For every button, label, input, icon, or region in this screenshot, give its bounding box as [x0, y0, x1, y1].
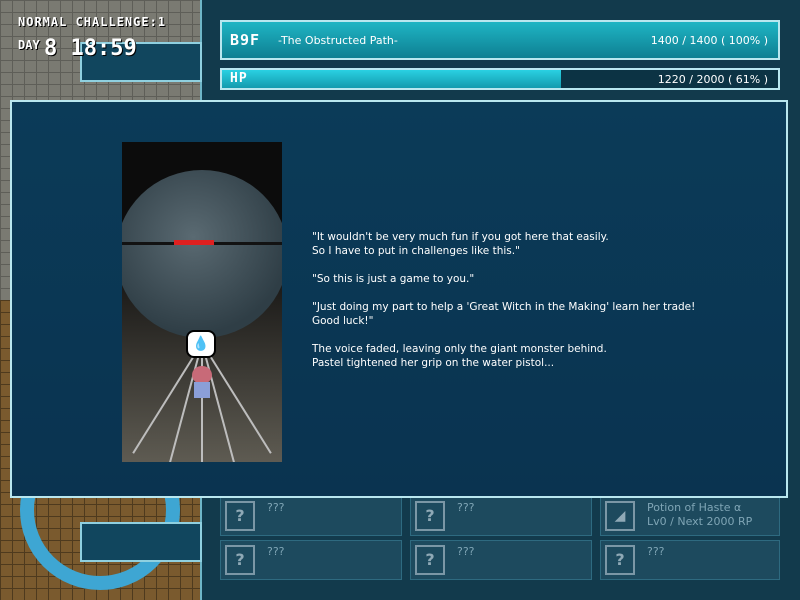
player-character: [190, 366, 214, 402]
slot-label: ???: [267, 501, 285, 514]
orb-eye: [174, 240, 214, 245]
dialog-line: "It wouldn't be very much fun if you got…: [312, 231, 609, 243]
event-dialog[interactable]: 💧 "It wouldn't be very much fun if you g…: [10, 100, 788, 498]
hp-bar: HP 1220 / 2000 ( 61% ): [220, 68, 780, 90]
slot-label: Potion of Haste α: [647, 501, 742, 514]
inventory-slot[interactable]: ? ???: [220, 540, 402, 580]
floor-progress-value: 1400 / 1400 ( 100% ): [650, 34, 768, 47]
inventory-slot[interactable]: ? ???: [410, 540, 592, 580]
dialog-line: "So this is just a game to you.": [312, 273, 475, 285]
inventory-slot[interactable]: ? ???: [220, 496, 402, 536]
event-illustration: 💧: [122, 142, 282, 462]
dialog-paragraph: The voice faded, leaving only the giant …: [312, 342, 752, 370]
floor-progress-bar: B9F -The Obstructed Path- 1400 / 1400 ( …: [220, 20, 780, 60]
floor-number: B9F: [230, 31, 261, 49]
slot-label: ???: [457, 501, 475, 514]
hp-value: 1220 / 2000 ( 61% ): [657, 73, 768, 86]
challenge-mode-label: NORMAL CHALLENGE:1: [18, 15, 167, 29]
unknown-icon: ?: [225, 545, 255, 575]
day-value: 8: [44, 36, 58, 61]
inventory-slot[interactable]: ? ???: [410, 496, 592, 536]
time-value: 18:59: [70, 36, 137, 61]
unknown-icon: ?: [225, 501, 255, 531]
unknown-icon: ?: [415, 545, 445, 575]
dialog-line: The voice faded, leaving only the giant …: [312, 343, 607, 355]
dialog-line: Good luck!": [312, 315, 374, 327]
inventory-slot[interactable]: ◢ Potion of Haste α Lv0 / Next 2000 RP: [600, 496, 780, 536]
dialog-line: So I have to put in challenges like this…: [312, 245, 520, 257]
boot-icon: ◢: [605, 501, 635, 531]
game-clock: 8 18:59: [44, 36, 137, 61]
slot-label: ???: [267, 545, 285, 558]
slot-label: ???: [457, 545, 475, 558]
dialog-line: Pastel tightened her grip on the water p…: [312, 357, 555, 369]
inventory-slot[interactable]: ? ???: [600, 540, 780, 580]
dialog-paragraph: "So this is just a game to you.": [312, 272, 752, 286]
dialog-line: "Just doing my part to help a 'Great Wit…: [312, 301, 696, 313]
light-ray: [201, 343, 203, 462]
hp-label: HP: [230, 71, 248, 86]
hp-bar-fill: [222, 70, 562, 88]
water-drop-icon: 💧: [186, 330, 216, 358]
dialog-paragraph: "It wouldn't be very much fun if you got…: [312, 230, 752, 258]
unknown-icon: ?: [605, 545, 635, 575]
dialog-paragraph: "Just doing my part to help a 'Great Wit…: [312, 300, 752, 328]
slot-detail: Lv0 / Next 2000 RP: [647, 515, 753, 528]
floor-name: -The Obstructed Path-: [278, 34, 398, 47]
character-body: [194, 382, 210, 398]
hud-panel-bottom: [80, 522, 202, 562]
day-label: DAY: [18, 38, 40, 52]
unknown-icon: ?: [415, 501, 445, 531]
slot-label: ???: [647, 545, 665, 558]
giant-orb-monster: [122, 170, 282, 338]
dialog-text: "It wouldn't be very much fun if you got…: [312, 230, 752, 384]
